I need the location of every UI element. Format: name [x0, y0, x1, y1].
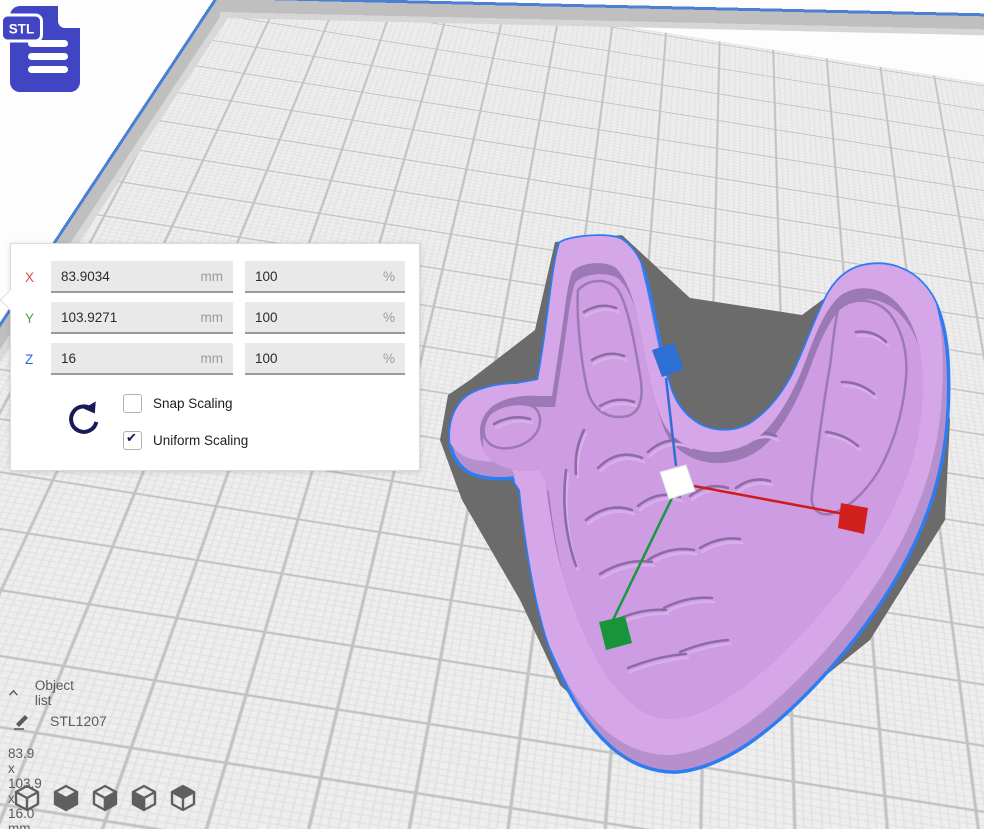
- z-percent-field[interactable]: %: [245, 343, 405, 375]
- z-size-unit: mm: [201, 351, 224, 366]
- scale-row-y: Y mm %: [25, 301, 405, 335]
- y-percent-input[interactable]: [255, 310, 377, 325]
- snap-scaling-label: Snap Scaling: [153, 396, 233, 411]
- x-size-unit: mm: [201, 269, 224, 284]
- document-lines: [28, 40, 68, 73]
- x-size-field[interactable]: mm: [51, 261, 233, 293]
- object-list-toggle[interactable]: Object list: [8, 678, 78, 708]
- x-percent-field[interactable]: %: [245, 261, 405, 293]
- stl-badge-label: STL: [9, 22, 35, 37]
- z-size-input[interactable]: [61, 351, 195, 366]
- y-size-unit: mm: [201, 310, 224, 325]
- y-percent-field[interactable]: %: [245, 302, 405, 334]
- selected-object-name: STL1207: [50, 713, 107, 729]
- reset-icon: [63, 398, 103, 438]
- reset-scale-button[interactable]: [63, 398, 103, 438]
- uniform-scaling-checkbox[interactable]: [123, 431, 142, 450]
- x-axis-label: X: [25, 270, 51, 285]
- scale-row-z: Z mm %: [25, 342, 405, 376]
- x-size-input[interactable]: [61, 269, 195, 284]
- viewport: STL X mm % Y mm: [0, 0, 984, 829]
- scale-row-x: X mm %: [25, 260, 405, 294]
- x-percent-unit: %: [383, 269, 395, 284]
- selected-object-row[interactable]: STL1207: [12, 712, 107, 730]
- view-top-icon[interactable]: [168, 783, 198, 813]
- chevron-up-icon: [8, 687, 19, 699]
- y-size-field[interactable]: mm: [51, 302, 233, 334]
- y-percent-unit: %: [383, 310, 395, 325]
- uniform-scaling-row: Uniform Scaling: [123, 431, 248, 449]
- snap-scaling-checkbox[interactable]: [123, 394, 142, 413]
- object-list-label: Object list: [35, 678, 78, 708]
- view-right-icon[interactable]: [90, 783, 120, 813]
- scale-tool-panel: X mm % Y mm %: [10, 243, 420, 471]
- z-percent-input[interactable]: [255, 351, 377, 366]
- snap-scaling-row: Snap Scaling: [123, 394, 248, 412]
- page-fold: [58, 4, 82, 28]
- uniform-scaling-label: Uniform Scaling: [153, 433, 248, 448]
- camera-view-toolbar: [12, 783, 198, 813]
- x-percent-input[interactable]: [255, 269, 377, 284]
- stl-file-icon: STL: [0, 0, 92, 98]
- z-size-field[interactable]: mm: [51, 343, 233, 375]
- pencil-icon: [12, 712, 32, 730]
- view-left-icon[interactable]: [129, 783, 159, 813]
- view-3d-icon[interactable]: [12, 783, 42, 813]
- z-axis-label: Z: [25, 352, 51, 367]
- y-axis-label: Y: [25, 311, 51, 326]
- z-percent-unit: %: [383, 351, 395, 366]
- y-size-input[interactable]: [61, 310, 195, 325]
- view-front-icon[interactable]: [51, 783, 81, 813]
